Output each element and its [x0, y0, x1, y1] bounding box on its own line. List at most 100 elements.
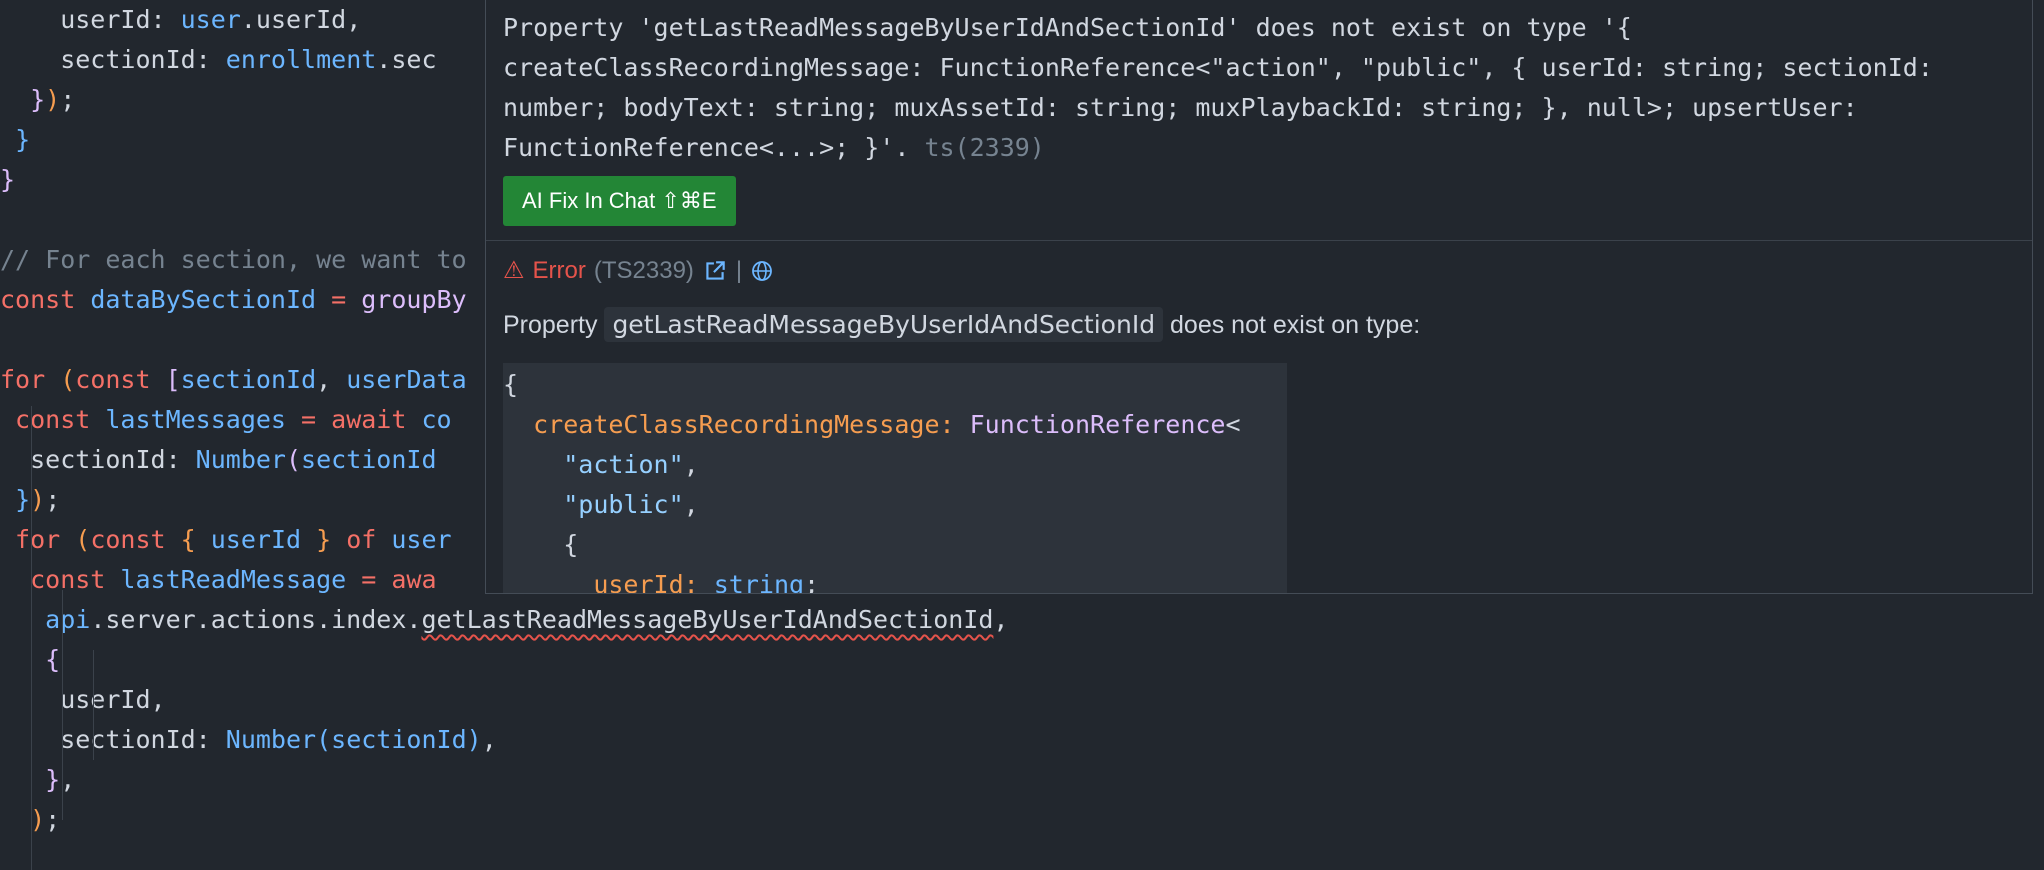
type-token: { — [503, 370, 519, 399]
code-token: sectionId: — [0, 445, 196, 474]
type-line: { — [503, 525, 578, 565]
code-token: { — [180, 525, 211, 554]
code-token: Number — [195, 445, 286, 474]
divider — [486, 240, 2032, 241]
code-token: ( — [285, 445, 302, 474]
code-token: user — [391, 525, 452, 554]
error-code-link[interactable]: ts(2339) — [909, 133, 1044, 162]
globe-icon[interactable] — [750, 259, 774, 283]
code-token: } — [30, 85, 46, 114]
ai-fix-in-chat-button[interactable]: AI Fix In Chat ⇧⌘E — [503, 176, 736, 226]
code-token: lastMessages — [105, 405, 286, 434]
code-line: api.server.actions.index.getLastReadMess… — [0, 600, 1008, 640]
indent-guide — [93, 650, 94, 760]
code-token: awa — [391, 565, 437, 594]
code-token: userId, — [0, 685, 166, 714]
code-token: ( — [60, 365, 76, 394]
code-token: sectionId — [301, 445, 437, 474]
code-token: .server.actions.index. — [90, 605, 422, 634]
type-definition-block: { createClassRecordingMessage: FunctionR… — [503, 363, 1287, 594]
code-token: sectionId: — [0, 725, 226, 754]
code-line: const lastReadMessage = awa — [0, 560, 437, 600]
code-token: { — [45, 645, 61, 674]
error-message: Property 'getLastReadMessageByUserIdAndS… — [503, 8, 2023, 168]
code-line: // For each section, we want to — [0, 240, 467, 280]
type-token: ; — [804, 570, 820, 594]
indent-guide — [62, 590, 63, 820]
code-token: .userId, — [240, 5, 362, 34]
type-token: FunctionReference — [969, 410, 1226, 439]
code-token: dataBySectionId — [90, 285, 317, 314]
header-divider: | — [735, 257, 743, 284]
code-token: ; — [60, 85, 76, 114]
code-token: const — [0, 405, 106, 434]
code-token: ) — [466, 725, 482, 754]
code-token: } — [15, 485, 31, 514]
code-token: ( — [75, 525, 91, 554]
code-token: co — [421, 405, 452, 434]
code-token: } — [301, 525, 347, 554]
code-line: for (const [sectionId, userData — [0, 360, 467, 400]
type-token: < — [1225, 410, 1241, 439]
error-code: (TS2339) — [593, 257, 694, 284]
type-token: "public" — [563, 490, 684, 519]
code-token: userId — [210, 525, 302, 554]
code-token: } — [15, 125, 31, 154]
description-prefix: Property — [503, 311, 605, 339]
code-token: of — [346, 525, 392, 554]
code-token: Number — [225, 725, 317, 754]
code-token: sectionId: — [0, 45, 226, 74]
code-token: userData — [346, 365, 467, 394]
code-token: for — [0, 525, 76, 554]
type-token — [503, 570, 593, 593]
code-line: }, — [0, 760, 75, 800]
code-token: enrollment — [225, 45, 377, 74]
error-header: ⚠ Error (TS2339) | — [503, 255, 774, 287]
type-token: , — [683, 450, 699, 479]
type-token — [503, 490, 563, 519]
description-suffix: does not exist on type: — [1163, 311, 1421, 339]
code-token: } — [45, 765, 61, 794]
code-token: ) — [30, 485, 46, 514]
code-line: } — [0, 160, 15, 200]
code-token: const — [0, 565, 121, 594]
code-token: sectionId — [331, 725, 467, 754]
type-token: "action" — [563, 450, 684, 479]
code-token: ; — [45, 485, 61, 514]
code-token: ( — [316, 725, 332, 754]
error-message-text: Property 'getLastReadMessageByUserIdAndS… — [503, 13, 1948, 162]
code-token: lastReadMessage — [120, 565, 347, 594]
code-token: groupBy — [361, 285, 467, 314]
code-line: for (const { userId } of user — [0, 520, 452, 560]
open-external-icon[interactable] — [702, 258, 728, 284]
type-line: "action", — [503, 445, 699, 485]
code-line: sectionId: Number(sectionId — [0, 440, 437, 480]
code-token: const — [90, 525, 181, 554]
type-line: "public", — [503, 485, 698, 525]
indent-guide — [31, 406, 32, 870]
code-line: const dataBySectionId = groupBy — [0, 280, 467, 320]
code-line: const lastMessages = await co — [0, 400, 452, 440]
property-identifier: getLastReadMessageByUserIdAndSectionId — [604, 307, 1164, 342]
code-token: sectionId — [180, 365, 317, 394]
code-line: } — [0, 120, 30, 160]
hover-popup: Property 'getLastReadMessageByUserIdAndS… — [485, 0, 2033, 594]
code-line: }); — [0, 80, 75, 120]
code-token: , — [993, 605, 1009, 634]
type-line: userId: string; — [503, 565, 820, 594]
code-token: userId: — [0, 5, 181, 34]
type-token: string — [713, 570, 805, 594]
type-token: createClassRecordingMessage: — [533, 410, 970, 439]
code-line: userId, — [0, 680, 166, 720]
type-line: createClassRecordingMessage: FunctionRef… — [503, 405, 1241, 445]
code-token: ; — [45, 805, 61, 834]
type-token: userId: — [593, 570, 714, 594]
error-label: Error — [532, 257, 586, 284]
